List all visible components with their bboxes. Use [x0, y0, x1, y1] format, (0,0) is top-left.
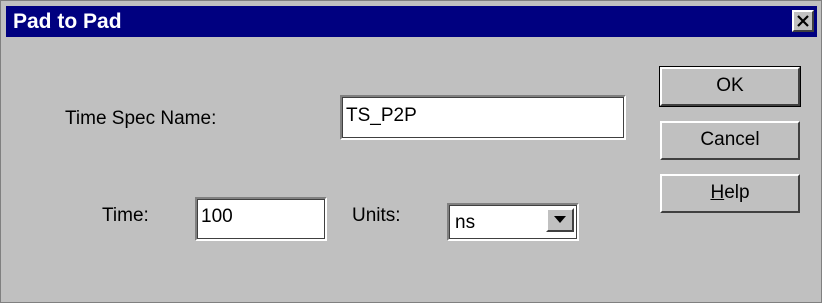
units-select[interactable]: ns: [447, 203, 579, 241]
time-spec-name-field[interactable]: [340, 95, 626, 140]
close-icon: [797, 15, 809, 27]
chevron-down-icon: [554, 216, 566, 223]
help-button[interactable]: Help: [660, 174, 800, 213]
cancel-button[interactable]: Cancel: [660, 121, 800, 160]
time-label: Time:: [102, 205, 149, 226]
help-mnemonic: H: [710, 182, 725, 203]
time-spec-name-input[interactable]: [344, 98, 618, 134]
ok-button[interactable]: OK: [659, 66, 801, 107]
units-label: Units:: [352, 205, 401, 226]
title-bar: Pad to Pad: [6, 6, 817, 37]
window-title: Pad to Pad: [13, 10, 122, 33]
time-field[interactable]: [195, 197, 327, 241]
units-dropdown-button[interactable]: [546, 208, 574, 232]
pad-to-pad-dialog: Pad to Pad Time Spec Name: Time: Units: …: [0, 0, 822, 303]
help-label-rest: elp: [724, 182, 750, 203]
time-spec-name-label: Time Spec Name:: [65, 108, 217, 129]
time-input[interactable]: [199, 200, 321, 234]
close-button[interactable]: [792, 10, 814, 32]
units-selected-value: ns: [455, 212, 476, 233]
